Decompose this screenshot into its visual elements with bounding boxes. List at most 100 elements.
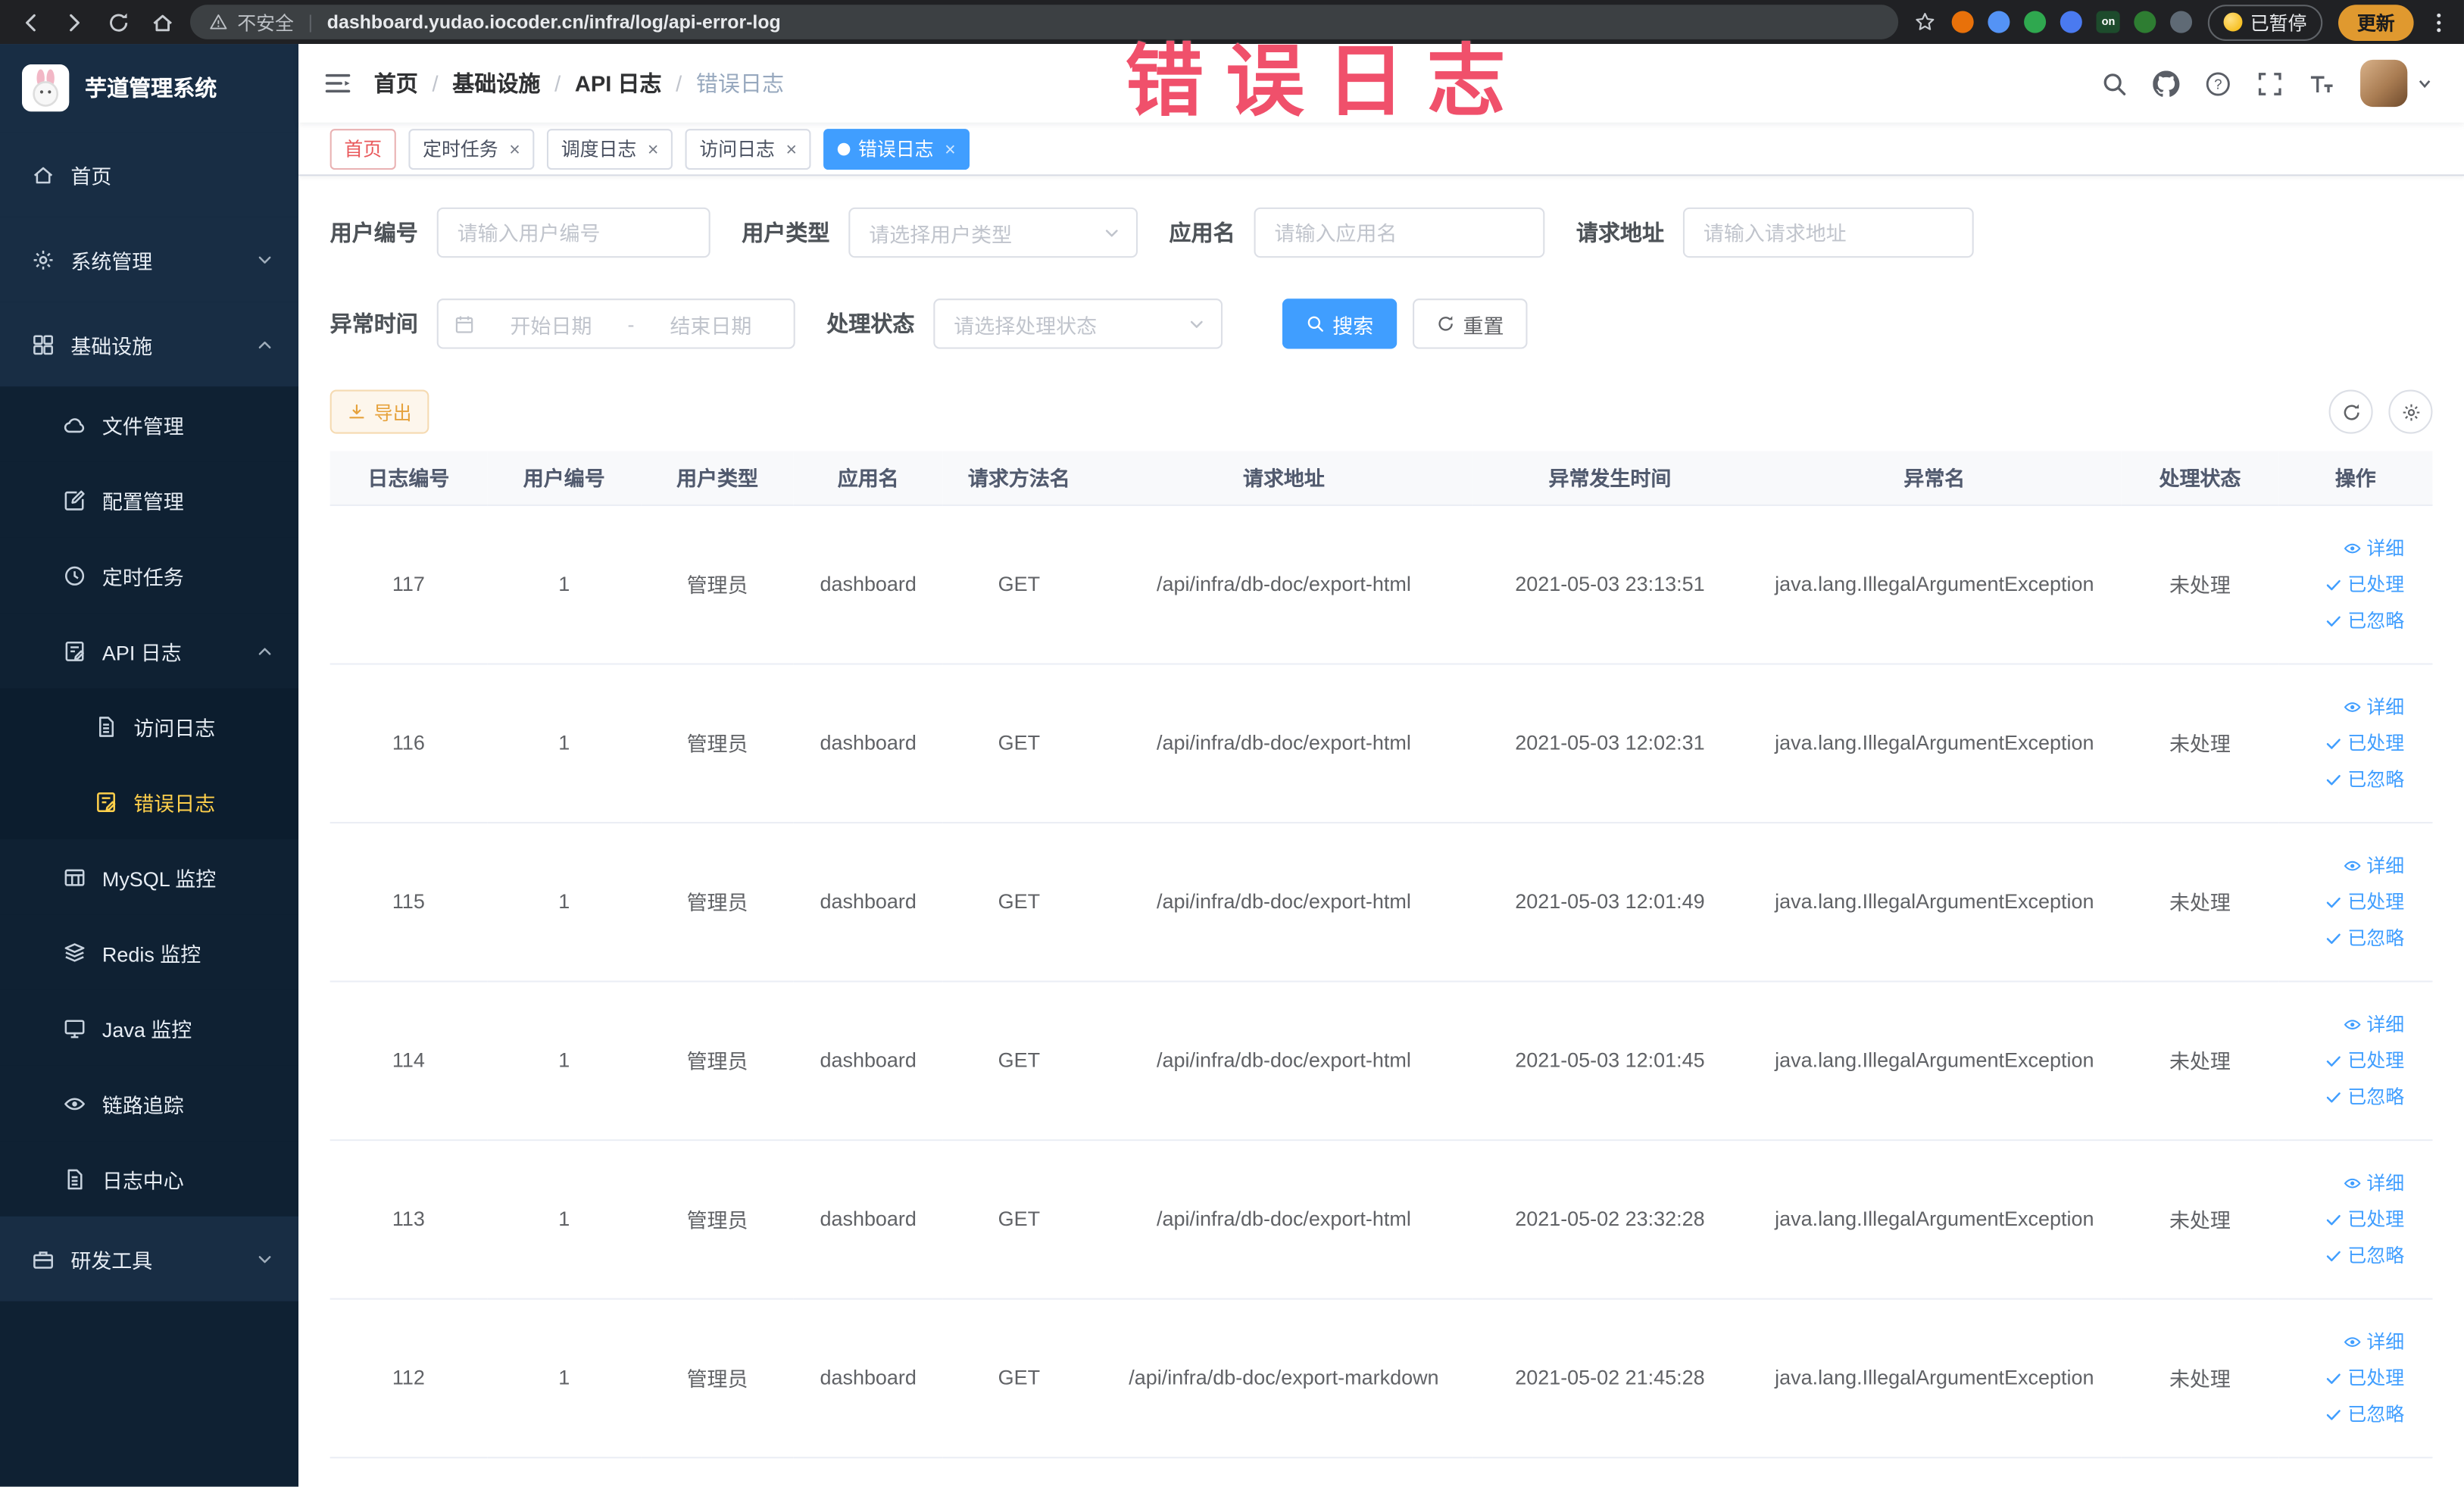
check-icon: [2324, 574, 2343, 593]
close-icon[interactable]: ×: [785, 139, 797, 158]
detail-link[interactable]: 详细: [2343, 534, 2404, 561]
extension-paw-icon[interactable]: [2169, 11, 2193, 33]
paused-profile-button[interactable]: 已暂停: [2207, 4, 2323, 40]
cell-app-name: dashboard: [793, 1298, 943, 1458]
chrome-update-button[interactable]: 更新: [2338, 4, 2414, 40]
detail-link[interactable]: 详细: [2343, 1170, 2404, 1196]
sidebar-item-file[interactable]: 文件管理: [0, 386, 299, 462]
sidebar: 芋道管理系统 首页系统管理 基础设施 文件管理配置管理定时任务 API 日志 访问日志错…: [0, 44, 299, 1487]
request-url-input[interactable]: [1682, 207, 1974, 258]
sidebar-item-redis[interactable]: Redis 监控: [0, 914, 299, 990]
close-icon[interactable]: ×: [648, 139, 659, 158]
address-bar[interactable]: 不安全 | dashboard.yudao.iocoder.cn/infra/l…: [190, 5, 1899, 39]
security-label: 不安全: [237, 11, 294, 34]
detail-link[interactable]: 详细: [2343, 1328, 2404, 1354]
processed-link[interactable]: 已处理: [2324, 1364, 2404, 1391]
sidebar-item-trace[interactable]: 链路追踪: [0, 1065, 299, 1142]
app-logo-row[interactable]: 芋道管理系统: [0, 44, 299, 133]
sidebar-item-error-log[interactable]: 错误日志: [0, 764, 299, 839]
ignored-link[interactable]: 已忽略: [2324, 1400, 2404, 1426]
detail-link[interactable]: 详细: [2343, 1011, 2404, 1037]
tab-job[interactable]: 定时任务 ×: [408, 128, 535, 170]
navbar-actions: ?: [2101, 59, 2433, 108]
app-name-input[interactable]: [1254, 207, 1545, 258]
reload-icon[interactable]: [107, 10, 130, 33]
close-icon[interactable]: ×: [945, 139, 956, 158]
ignored-link[interactable]: 已忽略: [2324, 1082, 2404, 1109]
error-log-table: 日志编号 用户编号 用户类型 应用名 请求方法名 请求地址 异常发生时间 异常名 处理状态 操作 …: [329, 451, 2433, 1458]
sidebar-item-log-center[interactable]: 日志中心: [0, 1141, 299, 1217]
ignored-link[interactable]: 已忽略: [2324, 924, 2404, 951]
sidebar-item-system[interactable]: 系统管理: [0, 217, 299, 302]
processed-link[interactable]: 已处理: [2324, 1205, 2404, 1232]
tab-error-log[interactable]: 错误日志 ×: [823, 128, 970, 170]
refresh-table-button[interactable]: [2328, 389, 2373, 434]
detail-link[interactable]: 详细: [2343, 693, 2404, 720]
browser-menu-icon[interactable]: [2429, 10, 2448, 33]
bookmark-star-icon[interactable]: [1915, 11, 1937, 33]
sidebar-item-label: 首页: [70, 164, 112, 188]
extension-switch-icon[interactable]: on: [2097, 11, 2120, 33]
sidebar-item-infra[interactable]: 基础设施: [0, 301, 299, 387]
sidebar-item-label: 配置管理: [101, 489, 184, 514]
extension-blue-icon[interactable]: [1988, 11, 2011, 33]
breadcrumb: 首页 / 基础设施 / API 日志 / 错误日志: [374, 67, 784, 98]
extension-leaf-icon[interactable]: [2134, 11, 2156, 33]
sidebar-item-home[interactable]: 首页: [0, 132, 299, 217]
forward-icon[interactable]: [63, 10, 86, 33]
extension-grid-icon[interactable]: [2060, 11, 2083, 33]
sidebar-item-dev-tools[interactable]: 研发工具: [0, 1216, 299, 1301]
ignored-link[interactable]: 已忽略: [2324, 1242, 2404, 1268]
sidebar-item-job[interactable]: 定时任务: [0, 537, 299, 614]
browser-home-icon[interactable]: [151, 10, 174, 33]
reset-button[interactable]: 重置: [1413, 298, 1528, 349]
user-type-select[interactable]: 请选择用户类型: [848, 207, 1138, 258]
ignored-link[interactable]: 已忽略: [2324, 765, 2404, 792]
breadcrumb-item[interactable]: 首页: [374, 67, 418, 98]
processed-link[interactable]: 已处理: [2324, 570, 2404, 597]
user-id-label: 用户编号: [329, 220, 418, 245]
table-row: 112 1 管理员 dashboard GET/api/infra/db-doc/exp…: [329, 1298, 2433, 1458]
tab-job-log[interactable]: 调度日志 ×: [547, 128, 673, 170]
extension-green-icon[interactable]: [2024, 11, 2047, 33]
check-icon: [2324, 892, 2343, 911]
ignored-link[interactable]: 已忽略: [2324, 607, 2404, 633]
export-button[interactable]: 导出: [329, 389, 429, 434]
close-icon[interactable]: ×: [509, 139, 520, 158]
eye-icon: [2343, 1332, 2362, 1351]
help-icon[interactable]: ?: [2205, 70, 2231, 96]
process-status-select[interactable]: 请选择处理状态: [933, 298, 1223, 349]
hamburger-icon[interactable]: [323, 70, 351, 95]
search-button[interactable]: 搜索: [1282, 298, 1398, 349]
sidebar-item-api-log[interactable]: API 日志: [0, 613, 299, 689]
check-icon: [2324, 1209, 2343, 1228]
extension-orange-icon[interactable]: [1952, 11, 1975, 33]
detail-link[interactable]: 详细: [2343, 851, 2404, 878]
column-header: 请求地址: [1095, 451, 1472, 505]
fullscreen-icon[interactable]: [2256, 70, 2283, 96]
processed-link[interactable]: 已处理: [2324, 729, 2404, 756]
breadcrumb-separator: /: [554, 70, 561, 96]
sidebar-item-java[interactable]: Java 监控: [0, 989, 299, 1066]
processed-link[interactable]: 已处理: [2324, 1047, 2404, 1073]
sidebar-item-label: Redis 监控: [101, 942, 201, 966]
cell-method: GET: [942, 980, 1095, 1141]
search-icon[interactable]: [2101, 70, 2128, 96]
sidebar-item-mysql[interactable]: MySQL 监控: [0, 839, 299, 915]
tab-label: 定时任务: [423, 138, 498, 161]
breadcrumb-item[interactable]: 基础设施: [452, 67, 540, 98]
tab-home[interactable]: 首页: [329, 128, 396, 170]
user-menu[interactable]: [2360, 59, 2432, 108]
user-id-input[interactable]: [436, 207, 710, 258]
tab-access-log[interactable]: 访问日志 ×: [685, 128, 811, 170]
processed-link[interactable]: 已处理: [2324, 888, 2404, 914]
column-settings-button[interactable]: [2388, 389, 2433, 434]
font-size-icon[interactable]: [2309, 70, 2335, 96]
breadcrumb-item[interactable]: API 日志: [575, 67, 662, 98]
sidebar-item-access-log[interactable]: 访问日志: [0, 688, 299, 764]
exception-time-range-picker[interactable]: 开始日期 - 结束日期: [436, 298, 795, 349]
github-icon[interactable]: [2153, 70, 2180, 96]
breadcrumb-separator: /: [676, 70, 682, 96]
sidebar-item-config[interactable]: 配置管理: [0, 461, 299, 538]
back-icon[interactable]: [19, 10, 42, 33]
